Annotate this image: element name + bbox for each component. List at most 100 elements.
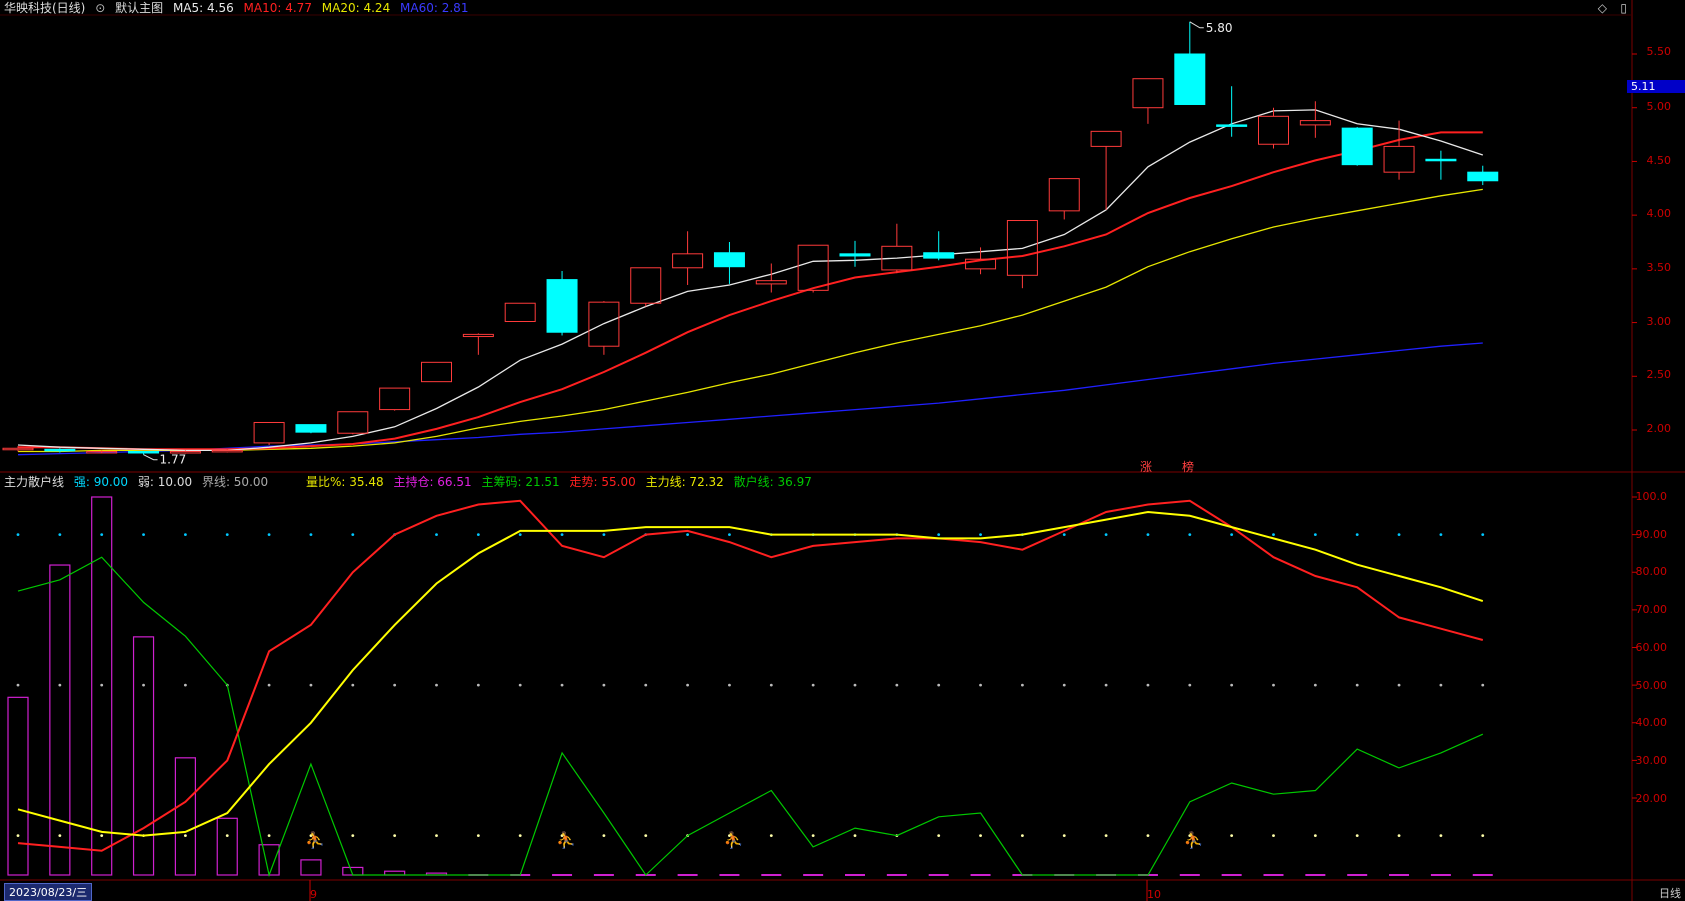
weak-label: 弱: 10.00 <box>137 475 193 489</box>
stock-title[interactable]: 华映科技(日线) <box>4 1 85 15</box>
bound-dot <box>1272 683 1275 687</box>
weak-dot <box>1104 834 1108 838</box>
weak-dot <box>1146 834 1150 838</box>
indicator-name[interactable]: 主力散户线 <box>4 475 64 489</box>
weak-dot <box>100 834 104 838</box>
weak-dot <box>769 834 773 838</box>
ind-tick: 20.00 <box>1635 792 1668 805</box>
candle-body <box>923 252 955 259</box>
weak-dot <box>351 834 355 838</box>
strong-dot <box>1439 533 1443 537</box>
bound-dot <box>895 683 899 687</box>
strong-dot <box>979 533 982 537</box>
weak-dot <box>476 834 480 838</box>
candle-body <box>1341 127 1373 166</box>
month-label-9: 9 <box>310 888 317 901</box>
ind-tick: 70.00 <box>1635 603 1668 616</box>
month-label-10: 10 <box>1147 888 1161 901</box>
circle-chevron-icon[interactable]: ⊙ <box>95 1 105 15</box>
bang-marker: 榜 <box>1182 459 1194 474</box>
strong-dot <box>1188 533 1192 537</box>
price-tick: 3.00 <box>1646 315 1672 328</box>
main-chart-header: 华映科技(日线) ⊙ 默认主图 MA5: 4.56 MA10: 4.77 MA2… <box>4 0 474 16</box>
bound-dot <box>435 683 438 687</box>
volume-ratio-label: 量比%: 35.48 <box>305 475 384 489</box>
bound-dot <box>1230 683 1234 687</box>
weak-dot <box>979 834 982 838</box>
bound-dot <box>937 683 941 687</box>
weak-dot <box>811 834 815 838</box>
bound-dot <box>602 683 606 687</box>
bound-dot <box>1062 683 1066 687</box>
candle-body <box>839 253 871 257</box>
bound-dot <box>1104 683 1108 687</box>
weak-dot <box>853 834 857 838</box>
weak-dot <box>1397 834 1401 838</box>
weak-dot <box>1481 834 1485 838</box>
weak-dot <box>1062 834 1066 838</box>
bound-dot <box>351 683 355 687</box>
bound-dot <box>853 683 857 687</box>
bound-dot <box>58 683 62 687</box>
ind-tick: 40.00 <box>1635 716 1668 729</box>
strong-dot <box>1481 533 1485 537</box>
indicator-header: 主力散户线 强: 90.00 弱: 10.00 界线: 50.00 量比%: 3… <box>4 474 818 490</box>
ind-tick: 50.00 <box>1635 679 1668 692</box>
strong-dot <box>184 533 187 537</box>
strong-dot <box>309 533 313 537</box>
bound-dot <box>1439 683 1443 687</box>
bound-dot <box>1481 683 1485 687</box>
bound-dot <box>1397 683 1401 687</box>
strong-dot <box>1397 533 1401 537</box>
weak-dot <box>1021 834 1024 838</box>
bound-dot <box>1021 683 1024 687</box>
weak-dot <box>1272 834 1275 838</box>
strong-dot <box>100 533 104 537</box>
strong-dot <box>476 533 480 537</box>
bound-dot <box>644 683 648 687</box>
strong-dot <box>518 533 522 537</box>
candle-body <box>546 279 578 333</box>
bound-dot <box>518 683 522 687</box>
ind-tick: 100.0 <box>1635 490 1668 503</box>
ma10-label: MA10: 4.77 <box>243 1 312 15</box>
weak-dot <box>518 834 522 838</box>
ind-tick: 30.00 <box>1635 754 1668 767</box>
strong-dot <box>728 533 731 537</box>
running-figure-icon: ⛹ <box>556 831 576 850</box>
strong-label: 强: 90.00 <box>73 475 129 489</box>
weak-dot <box>225 834 229 838</box>
candle-body <box>295 424 327 433</box>
period-label[interactable]: 日线 <box>1659 885 1681 901</box>
candle-body <box>44 448 76 452</box>
weak-dot <box>184 834 187 838</box>
ma20-label: MA20: 4.24 <box>321 1 391 15</box>
weak-dot <box>393 834 397 838</box>
template-label[interactable]: 默认主图 <box>115 1 163 15</box>
retail-line-label: 散户线: 36.97 <box>733 475 812 489</box>
strong-dot <box>1062 533 1066 537</box>
bound-dot <box>476 683 480 687</box>
bound-label: 界线: 50.00 <box>201 475 269 489</box>
bound-dot <box>1146 683 1150 687</box>
strong-dot <box>1355 533 1359 537</box>
bound-dot <box>728 683 731 687</box>
bound-dot <box>979 683 982 687</box>
price-tick: 4.50 <box>1646 154 1672 167</box>
diamond-icon[interactable]: ◇ <box>1598 1 1607 15</box>
strong-dot <box>225 533 229 537</box>
weak-dot <box>1439 834 1443 838</box>
strong-dot <box>58 533 62 537</box>
weak-dot <box>602 834 606 838</box>
strong-dot <box>1104 533 1108 537</box>
running-figure-icon: ⛹ <box>305 831 325 850</box>
current-price-tag: 5.11 <box>1627 80 1685 93</box>
running-figure-icon: ⛹ <box>723 831 743 850</box>
strong-dot <box>351 533 355 537</box>
main-chip-label: 主筹码: 21.51 <box>481 475 560 489</box>
candle-body <box>1216 124 1248 127</box>
bound-dot <box>1188 683 1192 687</box>
background <box>0 0 1685 901</box>
scroll-icon[interactable]: ▯ <box>1620 1 1627 15</box>
kline-chart[interactable]: 5.80 1.77 涨 榜 ⛹ ⛹ ⛹ ⛹ <box>0 0 1685 901</box>
